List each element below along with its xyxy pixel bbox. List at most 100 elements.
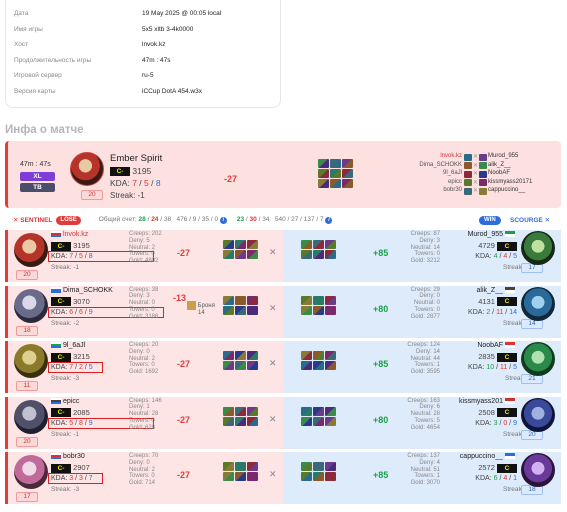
player-rating: C- 3195 [110, 166, 151, 177]
item-icon[interactable] [313, 361, 324, 370]
item-icon[interactable] [342, 169, 353, 178]
item-icon[interactable] [235, 361, 246, 370]
item-icon[interactable] [235, 240, 246, 249]
item-icon[interactable] [330, 179, 341, 188]
player-name[interactable]: epicc [51, 398, 79, 405]
item-icon[interactable] [301, 305, 312, 315]
versus-icon: ✕ [269, 358, 277, 368]
item-icon[interactable] [235, 250, 246, 259]
item-icon[interactable] [247, 361, 258, 370]
item-icon[interactable] [325, 472, 336, 481]
item-icon[interactable] [313, 472, 324, 481]
item-icon[interactable] [247, 250, 258, 259]
item-icon[interactable] [301, 351, 312, 360]
item-icon[interactable] [247, 406, 258, 416]
item-icon[interactable] [325, 305, 336, 315]
item-icon[interactable] [330, 159, 341, 168]
item-icon[interactable] [223, 462, 234, 471]
item-icon[interactable] [301, 361, 312, 370]
info-icon[interactable]: i [219, 217, 227, 224]
scourge-player-link[interactable]: cappuccino__ [488, 187, 525, 193]
versus-icon: ✕ [473, 154, 479, 160]
item-icon[interactable] [247, 305, 258, 315]
item-icon[interactable] [301, 250, 312, 259]
item-icon[interactable] [325, 351, 336, 360]
player-name[interactable]: 9l_6aJl [51, 342, 85, 349]
item-icon[interactable] [313, 305, 324, 315]
opponent-name[interactable]: kissmyass201 [459, 398, 517, 405]
item-icon[interactable] [313, 240, 324, 249]
player-name[interactable]: lnvok.kz [51, 231, 88, 238]
item-icon[interactable] [235, 472, 246, 481]
opponent-name[interactable]: alik_Z__ [477, 287, 517, 294]
info-icon[interactable]: i [325, 217, 333, 224]
item-icon[interactable] [301, 406, 312, 416]
item-icon[interactable] [247, 416, 258, 426]
opponent-name[interactable]: cappuccino__ [460, 453, 517, 460]
item-icon[interactable] [235, 351, 246, 360]
item-icon[interactable] [301, 416, 312, 426]
item-icon[interactable] [325, 462, 336, 471]
sentinel-player-link[interactable]: epicc [448, 179, 462, 185]
stat-line: Neutral: 44 [410, 355, 440, 362]
sentinel-player-link[interactable]: 9l_6aJl [443, 170, 462, 176]
item-icon[interactable] [223, 361, 234, 370]
item-icon[interactable] [313, 406, 324, 416]
kda-assists: 9 [513, 419, 517, 427]
scourge-player-link[interactable]: Murod_955 [488, 153, 518, 159]
item-icon[interactable] [301, 240, 312, 249]
item-icon[interactable] [235, 416, 246, 426]
item-icon[interactable] [325, 416, 336, 426]
item-icon[interactable] [223, 416, 234, 426]
item-icon[interactable] [313, 462, 324, 471]
item-icon[interactable] [318, 169, 329, 178]
item-icon[interactable] [235, 406, 246, 416]
player-name[interactable]: Dima_SCHOKK [51, 287, 113, 294]
item-icon[interactable] [313, 416, 324, 426]
item-icon[interactable] [235, 295, 246, 305]
item-icon[interactable] [313, 295, 324, 305]
item-icon[interactable] [223, 351, 234, 360]
item-icon[interactable] [223, 305, 234, 315]
item-icon[interactable] [235, 305, 246, 315]
player-name[interactable]: bobr30 [51, 453, 85, 460]
item-icon[interactable] [247, 240, 258, 249]
item-icon[interactable] [342, 159, 353, 168]
item-icon[interactable] [325, 240, 336, 249]
opponent-kda: KDA: 6 / 4 / 1 [475, 475, 517, 482]
item-icon[interactable] [318, 159, 329, 168]
item-icon[interactable] [223, 240, 234, 249]
item-icon[interactable] [223, 406, 234, 416]
item-icon[interactable] [318, 179, 329, 188]
sentinel-player-link[interactable]: Dima_SCHOKK [419, 162, 462, 168]
item-icon[interactable] [325, 295, 336, 305]
item-icon[interactable] [223, 250, 234, 259]
item-icon[interactable] [247, 472, 258, 481]
opponent-name[interactable]: Murod_955 [468, 231, 517, 238]
item-icon[interactable] [247, 295, 258, 305]
item-icon[interactable] [325, 406, 336, 416]
item-icon[interactable] [313, 351, 324, 360]
sentinel-player-link[interactable]: lnvok.kz [440, 153, 462, 159]
scourge-kills: 23 [236, 216, 245, 223]
scourge-player-link[interactable]: NoobAF [488, 170, 510, 176]
item-icon[interactable] [247, 462, 258, 471]
item-icon[interactable] [330, 169, 341, 178]
item-icon[interactable] [247, 351, 258, 360]
scourge-player-link[interactable]: kissmyass20171 [488, 179, 532, 185]
item-icon[interactable] [301, 295, 312, 305]
hero-mini-icon [479, 170, 487, 178]
item-icon[interactable] [223, 295, 234, 305]
sentinel-label: ✕ SENTINEL [13, 217, 53, 224]
item-icon[interactable] [301, 462, 312, 471]
item-icon[interactable] [313, 250, 324, 259]
item-icon[interactable] [325, 361, 336, 370]
item-icon[interactable] [325, 250, 336, 259]
opponent-name[interactable]: NoobAF [477, 342, 517, 349]
item-icon[interactable] [235, 462, 246, 471]
scourge-player-link[interactable]: alik_Z__ [488, 162, 511, 168]
item-icon[interactable] [342, 179, 353, 188]
item-icon[interactable] [301, 472, 312, 481]
sentinel-player-link[interactable]: bobr30 [443, 187, 462, 193]
item-icon[interactable] [223, 472, 234, 481]
